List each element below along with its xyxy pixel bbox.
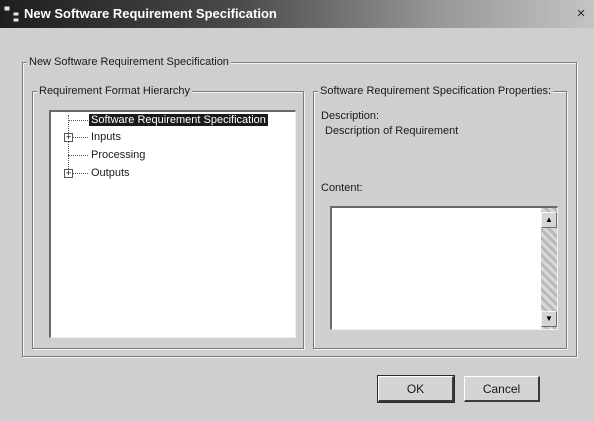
description-label: Description: bbox=[321, 110, 380, 122]
expand-inputs-icon[interactable]: + bbox=[64, 133, 73, 142]
close-icon[interactable]: × bbox=[572, 5, 590, 23]
tree-connector-line bbox=[73, 137, 88, 138]
hierarchy-group-label: Requirement Format Hierarchy bbox=[37, 85, 192, 97]
expand-outputs-icon[interactable]: + bbox=[64, 169, 73, 178]
tree-connector-line bbox=[68, 155, 88, 156]
tree-item-processing[interactable]: Processing bbox=[89, 148, 147, 162]
ok-button[interactable]: OK bbox=[377, 375, 455, 403]
tree-item-label: Inputs bbox=[91, 131, 121, 143]
tree-connector-line bbox=[73, 173, 88, 174]
title-bar[interactable]: New Software Requirement Specification × bbox=[0, 0, 594, 28]
outer-group-label: New Software Requirement Specification bbox=[27, 56, 231, 68]
content-textarea[interactable]: ▲ ▼ bbox=[330, 206, 558, 330]
hierarchy-tree[interactable]: Software Requirement Specification + Inp… bbox=[49, 110, 296, 338]
tree-item-label: Processing bbox=[91, 149, 146, 161]
content-scrollbar[interactable]: ▲ ▼ bbox=[541, 208, 557, 329]
tree-item-inputs[interactable]: Inputs bbox=[89, 130, 123, 144]
tree-connector-line bbox=[68, 120, 88, 121]
tree-item-software-requirement-specification[interactable]: Software Requirement Specification bbox=[89, 113, 268, 127]
tree-item-label: Outputs bbox=[91, 167, 130, 179]
scroll-down-icon[interactable]: ▼ bbox=[541, 311, 557, 327]
scroll-up-icon[interactable]: ▲ bbox=[541, 212, 557, 228]
content-label: Content: bbox=[321, 182, 363, 194]
app-tree-icon bbox=[3, 5, 20, 23]
window-title: New Software Requirement Specification bbox=[24, 6, 277, 21]
tree-item-outputs[interactable]: Outputs bbox=[89, 166, 132, 180]
properties-group-label: Software Requirement Specification Prope… bbox=[318, 85, 554, 97]
description-value: Description of Requirement bbox=[325, 125, 459, 137]
tree-connector-line bbox=[68, 115, 69, 175]
tree-item-label: Software Requirement Specification bbox=[89, 114, 268, 126]
cancel-button[interactable]: Cancel bbox=[464, 376, 540, 402]
